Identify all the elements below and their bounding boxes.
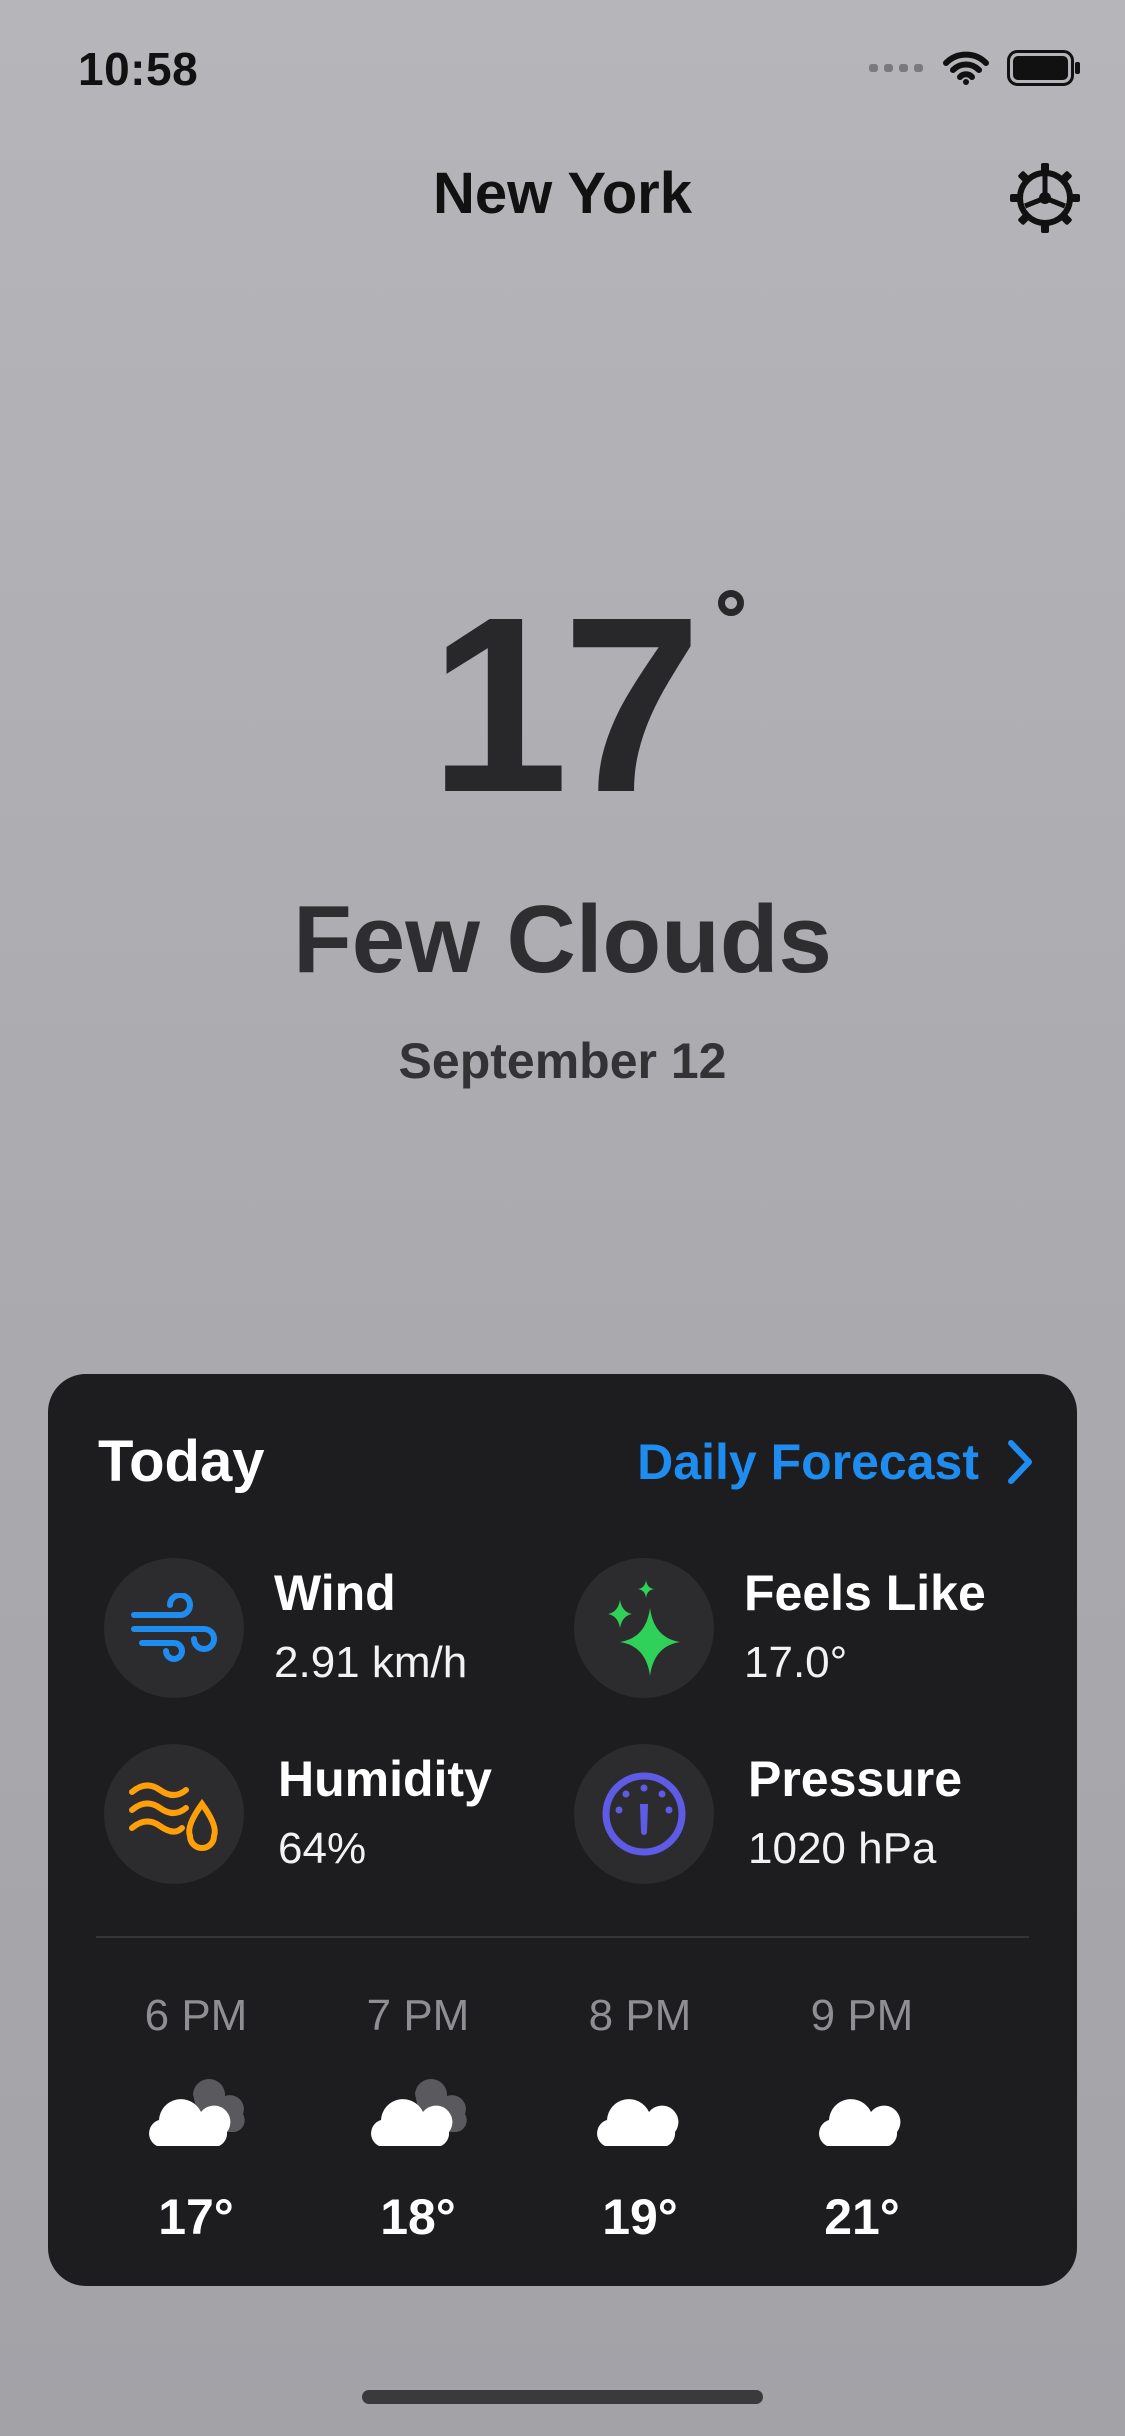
signal-dots-icon xyxy=(869,64,923,72)
hour-temp: 19° xyxy=(602,2189,678,2245)
wind-icon xyxy=(131,1593,217,1662)
hour-time: 9 PM xyxy=(810,1991,914,2040)
status-time: 10:58 xyxy=(78,43,199,95)
pressure-label: Pressure xyxy=(748,1751,963,1807)
humidity-icon xyxy=(129,1782,218,1851)
wind-icon-circle xyxy=(104,1558,244,1698)
weather-condition: Few Clouds xyxy=(293,886,832,993)
hour-time: 8 PM xyxy=(588,1991,692,2040)
feels-like-icon-circle xyxy=(574,1558,714,1698)
cloud-icon xyxy=(819,2099,901,2146)
hourly-item: 8 PM 19° xyxy=(540,1986,740,2246)
hourly-forecast: 6 PM 17° 7 PM 18° 8 PM 19° 9 PM 21° xyxy=(96,1986,986,2246)
temperature-value: 17 xyxy=(429,565,701,844)
hour-time: 7 PM xyxy=(366,1991,470,2040)
hour-time: 6 PM xyxy=(144,1991,248,2040)
cloud-partly-icon xyxy=(149,2078,245,2146)
gauge-icon xyxy=(602,1772,686,1856)
status-icons xyxy=(869,48,1081,88)
current-temperature: 17 xyxy=(429,580,744,830)
humidity-value: 64% xyxy=(278,1824,367,1873)
daily-forecast-link[interactable]: Daily Forecast xyxy=(637,1433,1033,1491)
metric-humidity: Humidity 64% xyxy=(104,1744,544,1884)
feels-like-label: Feels Like xyxy=(744,1565,986,1621)
battery-icon xyxy=(1007,50,1080,86)
cloud-partly-icon xyxy=(371,2078,467,2146)
today-card: Today Daily Forecast Wind 2.91 km/h Feel… xyxy=(48,1374,1077,2286)
city-title: New York xyxy=(433,161,692,226)
metric-feels-like: Feels Like 17.0° xyxy=(574,1558,1014,1698)
settings-button[interactable] xyxy=(1007,160,1083,236)
daily-forecast-label: Daily Forecast xyxy=(637,1433,979,1490)
wind-value: 2.91 km/h xyxy=(274,1638,468,1687)
hour-temp: 18° xyxy=(380,2189,456,2245)
status-bar: 10:58 xyxy=(0,0,1125,140)
card-header: Today Daily Forecast xyxy=(98,1428,1033,1495)
degree-symbol xyxy=(717,590,744,616)
pressure-value: 1020 hPa xyxy=(748,1824,937,1873)
metric-pressure: Pressure 1020 hPa xyxy=(574,1744,1014,1884)
metric-wind: Wind 2.91 km/h xyxy=(104,1558,544,1698)
current-temperature-wrap: 17 xyxy=(0,580,1125,830)
card-title: Today xyxy=(98,1429,265,1494)
humidity-label: Humidity xyxy=(278,1751,492,1807)
sparkles-icon xyxy=(608,1580,680,1676)
gear-icon xyxy=(1010,163,1080,233)
chevron-right-icon xyxy=(1008,1439,1032,1484)
hourly-item: 7 PM 18° xyxy=(318,1986,518,2246)
home-indicator[interactable] xyxy=(362,2390,763,2404)
hourly-item: 6 PM 17° xyxy=(96,1986,296,2246)
wind-label: Wind xyxy=(274,1565,396,1621)
hour-temp: 17° xyxy=(158,2189,234,2245)
humidity-icon-circle xyxy=(104,1744,244,1884)
cloud-icon xyxy=(597,2099,679,2146)
current-date: September 12 xyxy=(398,1033,727,1089)
pressure-icon-circle xyxy=(574,1744,714,1884)
hour-temp: 21° xyxy=(824,2189,900,2245)
wifi-icon xyxy=(943,51,989,85)
card-divider xyxy=(96,1936,1029,1938)
feels-like-value: 17.0° xyxy=(744,1638,848,1687)
hourly-item: 9 PM 21° xyxy=(762,1986,962,2246)
